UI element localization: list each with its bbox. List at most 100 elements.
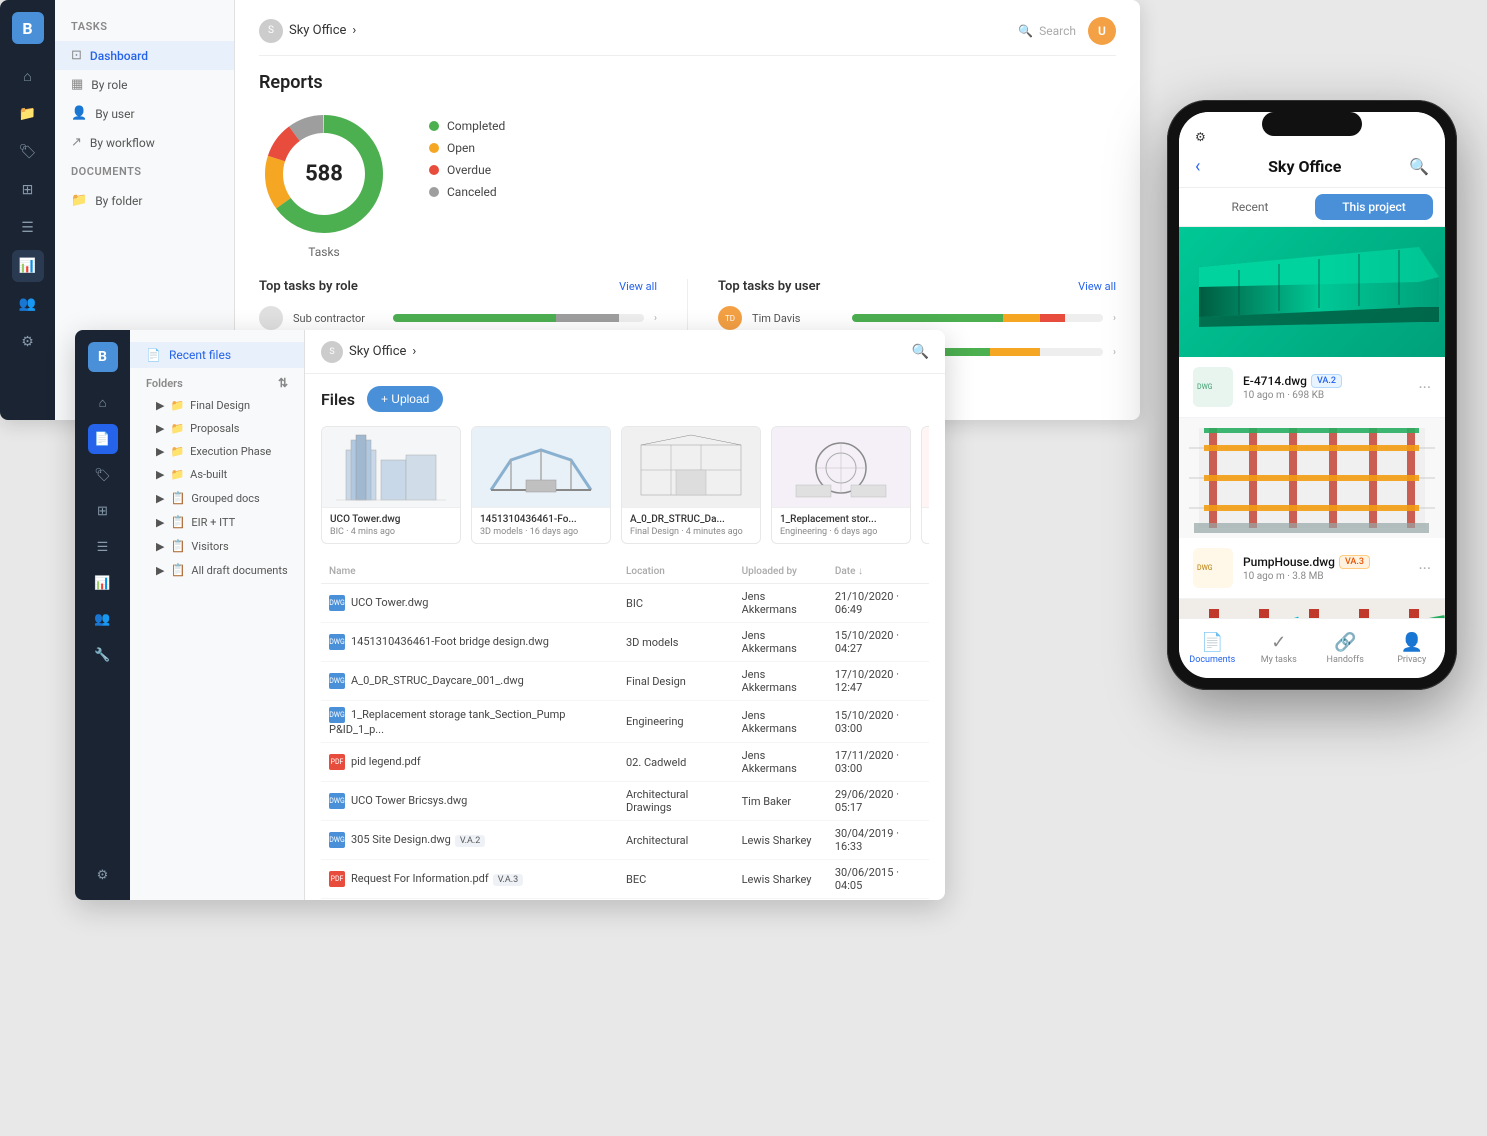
front-sidebar-tag[interactable]: 🏷 xyxy=(88,460,118,490)
table-row[interactable]: PDFpid legend.pdf 02. Cadweld Jens Akker… xyxy=(321,743,929,782)
phone-search-icon[interactable]: 🔍 xyxy=(1409,157,1429,176)
dashboard-icon: ⊡ xyxy=(71,48,82,63)
thumb-footbridge[interactable]: 1451310436461-Fo... 3D models · 16 days … xyxy=(471,426,611,544)
phone-title: Sky Office xyxy=(1268,157,1341,176)
role-avatar-subcontractor xyxy=(259,306,283,330)
back-sidebar: B ⌂ 📁 🏷 ⊞ ☰ 📊 👥 ⚙ xyxy=(0,0,55,420)
phone-file-name-e4714: E-4714.dwg VA.2 xyxy=(1243,374,1408,388)
sidebar-icon-grid[interactable]: ⊞ xyxy=(12,174,44,206)
app-logo: B xyxy=(12,12,44,44)
front-sidebar: B ⌂ 📄 🏷 ⊞ ☰ 📊 👥 🔧 ⚙ xyxy=(75,330,130,900)
phone-nav-handoffs[interactable]: 🔗 Handoffs xyxy=(1312,632,1379,665)
table-row[interactable]: DWG305 Site Design.dwgV.A.2 Architectura… xyxy=(321,821,929,860)
folder-final-design[interactable]: ▶ 📁 Final Design xyxy=(130,394,304,417)
folder-expand-icon-ei: ▶ xyxy=(156,516,164,529)
file-date-cell: 17/11/2020 · 03:00 xyxy=(827,743,929,782)
sidebar-icon-list[interactable]: ☰ xyxy=(12,212,44,244)
folder-expand-icon-v: ▶ xyxy=(156,540,164,553)
folders-label: Folders ⇅ xyxy=(130,368,304,394)
thumb-uco-tower[interactable]: UCO Tower.dwg BIC · 4 mins ago xyxy=(321,426,461,544)
svg-text:DWG: DWG xyxy=(1197,383,1213,391)
phone-file-e4714[interactable]: DWG E-4714.dwg VA.2 10 ago m · 698 KB ··… xyxy=(1179,357,1445,417)
sort-icon[interactable]: ⇅ xyxy=(278,376,288,390)
folder-all-drafts[interactable]: ▶ 📋 All draft documents xyxy=(130,558,304,582)
table-row[interactable]: DWGCivil V21_Corridor_end.dwg Structural… xyxy=(321,899,929,901)
thumb-img-pid: pid legend xyxy=(922,427,929,507)
folder-grouped-docs[interactable]: ▶ 📋 Grouped docs xyxy=(130,486,304,510)
front-search-icon[interactable]: 🔍 xyxy=(912,344,929,360)
more-options-pumphouse[interactable]: ··· xyxy=(1418,559,1431,578)
folder-proposals[interactable]: ▶ 📁 Proposals xyxy=(130,417,304,440)
nav-item-recent-files[interactable]: 📄 Recent files xyxy=(130,342,304,368)
thumb-name-replacement: 1_Replacement stor... xyxy=(780,514,902,525)
table-row[interactable]: PDFRequest For Information.pdfV.A.3 BEC … xyxy=(321,860,929,899)
role-bar-subcontractor xyxy=(393,314,644,322)
phone-file-pumphouse[interactable]: DWG PumpHouse.dwg VA.3 10 ago m · 3.8 MB… xyxy=(1179,538,1445,598)
more-options-e4714[interactable]: ··· xyxy=(1418,378,1431,397)
phone-tab-project[interactable]: This project xyxy=(1315,194,1433,220)
files-page-title: Files xyxy=(321,390,355,409)
phone-file-info-e4714: E-4714.dwg VA.2 10 ago m · 698 KB xyxy=(1243,374,1408,401)
phone-nav-privacy[interactable]: 👤 Privacy xyxy=(1379,632,1446,665)
phone-back-btn[interactable]: ‹ xyxy=(1195,156,1200,177)
nav-item-by-user[interactable]: 👤 By user xyxy=(55,99,234,128)
sidebar-icon-users[interactable]: 👥 xyxy=(12,288,44,320)
front-sidebar-home[interactable]: ⌂ xyxy=(88,388,118,418)
view-all-role-link[interactable]: View all xyxy=(619,280,657,293)
view-all-user-link[interactable]: View all xyxy=(1078,280,1116,293)
thumb-pid[interactable]: pid legend pid-lege... V0 · Trac... xyxy=(921,426,929,544)
nav-item-by-workflow[interactable]: ↗ By workflow xyxy=(55,128,234,157)
phone-nav-documents[interactable]: 📄 Documents xyxy=(1179,632,1246,665)
chevron-right-icon-td: › xyxy=(1113,313,1116,324)
table-row[interactable]: DWG1_Replacement storage tank_Section_Pu… xyxy=(321,701,929,743)
sidebar-icon-home[interactable]: ⌂ xyxy=(12,60,44,92)
folder-visitors[interactable]: ▶ 📋 Visitors xyxy=(130,534,304,558)
sidebar-icon-tag[interactable]: 🏷 xyxy=(12,136,44,168)
front-sidebar-list[interactable]: ☰ xyxy=(88,532,118,562)
thumb-meta-bridge: 3D models · 16 days ago xyxy=(480,527,602,537)
front-sidebar-tools[interactable]: 🔧 xyxy=(88,640,118,670)
nav-item-by-role[interactable]: ▦ By role xyxy=(55,70,234,99)
front-project-name: Sky Office xyxy=(349,344,406,359)
phone-back-icon[interactable]: ⚙ xyxy=(1195,130,1206,144)
folder-icon-eir: 📋 xyxy=(170,515,185,529)
thumb-replacement[interactable]: 1_Replacement stor... Engineering · 6 da… xyxy=(771,426,911,544)
user-avatar[interactable]: U xyxy=(1088,17,1116,45)
phone-nav-tasks[interactable]: ✓ My tasks xyxy=(1246,632,1313,665)
table-row[interactable]: DWGUCO Tower.dwg BIC Jens Akkermans 21/1… xyxy=(321,584,929,623)
front-sidebar-files[interactable]: 📄 xyxy=(88,424,118,454)
phone-content: DWG E-4714.dwg VA.2 10 ago m · 698 KB ··… xyxy=(1179,227,1445,618)
sidebar-icon-folder[interactable]: 📁 xyxy=(12,98,44,130)
front-sidebar-grid[interactable]: ⊞ xyxy=(88,496,118,526)
phone-tab-recent[interactable]: Recent xyxy=(1191,194,1309,220)
front-sidebar-chart[interactable]: 📊 xyxy=(88,568,118,598)
reports-page-title: Reports xyxy=(259,72,1116,93)
front-sidebar-settings[interactable]: ⚙ xyxy=(88,860,118,890)
file-location-cell: Architectural xyxy=(618,821,734,860)
svg-text:DWG: DWG xyxy=(1197,564,1213,572)
folder-icon-grouped: 📋 xyxy=(170,491,185,505)
col-uploader: Uploaded by xyxy=(734,560,827,584)
upload-button[interactable]: + Upload xyxy=(367,386,443,412)
phone-file-meta-pumphouse: 10 ago m · 3.8 MB xyxy=(1243,571,1408,582)
thumb-meta-struc: Final Design · 4 minutes ago xyxy=(630,527,752,537)
front-nav-panel: 📄 Recent files Folders ⇅ ▶ 📁 Final Desig… xyxy=(130,330,305,900)
table-row[interactable]: DWGA_0_DR_STRUC_Daycare_001_.dwg Final D… xyxy=(321,662,929,701)
user-label-timdavis: Tim Davis xyxy=(752,312,842,325)
nav-item-by-folder[interactable]: 📁 By folder xyxy=(55,186,234,215)
phone-thumb-pumphouse: DWG xyxy=(1193,548,1233,588)
front-sidebar-users[interactable]: 👥 xyxy=(88,604,118,634)
nav-item-dashboard[interactable]: ⊡ Dashboard xyxy=(55,41,234,70)
phone-device: ⚙ ‹ Sky Office 🔍 Recent This project xyxy=(1167,100,1457,690)
folder-as-built[interactable]: ▶ 📁 As-built xyxy=(130,463,304,486)
search-area[interactable]: 🔍 Search xyxy=(1018,24,1076,38)
legend-dot-canceled xyxy=(429,187,439,197)
top-tasks-user-title: Top tasks by user xyxy=(718,279,820,294)
thumb-struc-daycare[interactable]: A_0_DR_STRUC_Da... Final Design · 4 minu… xyxy=(621,426,761,544)
folder-eir-itt[interactable]: ▶ 📋 EIR + ITT xyxy=(130,510,304,534)
folder-execution[interactable]: ▶ 📁 Execution Phase xyxy=(130,440,304,463)
table-row[interactable]: DWG1451310436461-Foot bridge design.dwg … xyxy=(321,623,929,662)
sidebar-icon-settings[interactable]: ⚙ xyxy=(12,326,44,358)
sidebar-icon-chart[interactable]: 📊 xyxy=(12,250,44,282)
table-row[interactable]: DWGUCO Tower Bricsys.dwg Architectural D… xyxy=(321,782,929,821)
